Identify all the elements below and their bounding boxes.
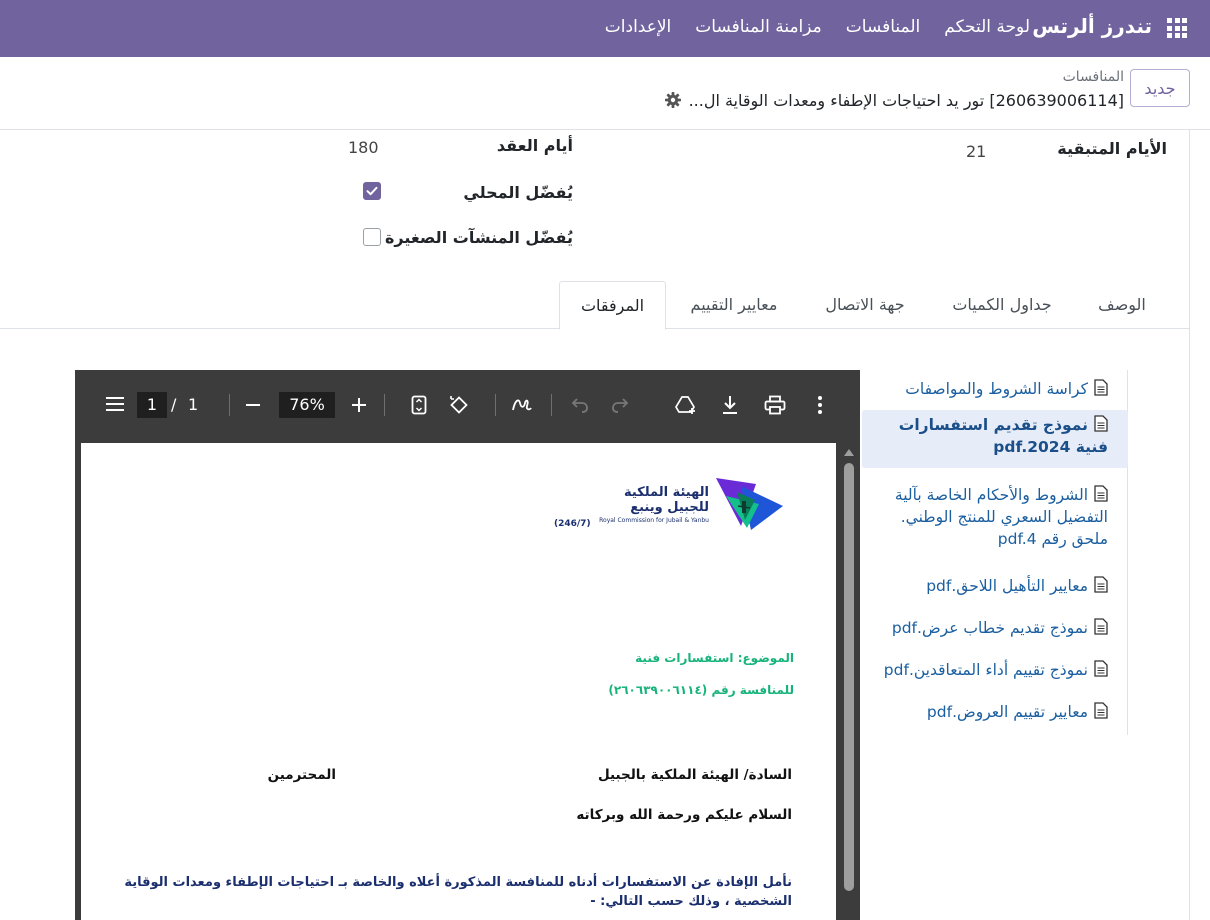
sme-pref-label: يُفضّل المنشآت الصغيرة bbox=[384, 228, 573, 247]
org-name-line2: للجبيل وينبع bbox=[630, 500, 709, 515]
rotate-icon[interactable] bbox=[449, 395, 469, 415]
document-icon bbox=[1094, 660, 1108, 677]
menu-item-sync-tenders[interactable]: مزامنة المنافسات bbox=[695, 17, 821, 37]
document-icon bbox=[1094, 379, 1108, 396]
page-separator: / bbox=[171, 395, 177, 414]
redo-icon[interactable] bbox=[611, 397, 629, 413]
breadcrumb-parent[interactable]: المنافسات bbox=[1063, 69, 1124, 85]
annotate-icon[interactable] bbox=[511, 396, 533, 414]
pdf-viewer: 1 / 1 76% الهيئة الملكية للجبيل وينبع Ro… bbox=[75, 370, 860, 920]
more-icon[interactable] bbox=[817, 395, 823, 415]
attachment-item[interactable]: الشروط والأحكام الخاصة بآلية التفضيل الس… bbox=[862, 480, 1128, 554]
pdf-tender-ref: للمنافسة رقم (٢٦٠٦٣٩٠٠٦١١٤) bbox=[608, 683, 794, 697]
scroll-up-icon[interactable] bbox=[844, 449, 854, 456]
attachment-item[interactable]: نموذج تقييم أداء المتعاقدين.pdf bbox=[862, 655, 1128, 685]
gear-icon[interactable] bbox=[663, 90, 683, 110]
zoom-in-icon[interactable] bbox=[351, 397, 367, 413]
attachment-item[interactable]: معايير تقييم العروض.pdf bbox=[862, 697, 1128, 727]
apps-grid-icon[interactable] bbox=[1167, 18, 1187, 38]
remaining-days-value: 21 bbox=[966, 142, 987, 161]
pdf-body-line2: الشخصية ، وذلك حسب التالي: - bbox=[590, 894, 792, 909]
zoom-level-input[interactable]: 76% bbox=[279, 392, 335, 418]
org-name-en: Royal Commission for Jubail & Yanbu bbox=[599, 517, 709, 524]
pdf-subject: الموضوع: استفسارات فنية bbox=[635, 651, 794, 665]
app-brand[interactable]: تندرز ألرتس bbox=[1032, 14, 1152, 38]
scrollbar-thumb[interactable] bbox=[844, 463, 854, 891]
document-icon bbox=[1094, 702, 1108, 719]
pdf-honorific: المحترمين bbox=[267, 767, 336, 783]
form-number: (246/7) bbox=[554, 519, 591, 529]
tab-attachments[interactable]: المرفقات bbox=[559, 281, 666, 330]
pdf-scrollbar[interactable] bbox=[841, 445, 855, 920]
org-name-line1: الهيئة الملكية bbox=[623, 485, 709, 500]
remaining-days-label: الأيام المتبقية bbox=[1057, 139, 1167, 158]
pdf-toolbar: 1 / 1 76% bbox=[75, 370, 860, 440]
local-pref-checkbox[interactable] bbox=[363, 182, 381, 200]
pdf-addressee: السادة/ الهيئة الملكية بالجبيل bbox=[597, 767, 792, 783]
attachment-item[interactable]: معايير التأهيل اللاحق.pdf bbox=[862, 571, 1128, 601]
menu-item-dashboard[interactable]: لوحة التحكم bbox=[944, 17, 1030, 37]
pdf-body-line1: نأمل الإفادة عن الاستفسارات أدناه للمناف… bbox=[124, 875, 792, 890]
tab-quantity-tables[interactable]: جداول الكميات bbox=[936, 281, 1068, 329]
top-navbar: تندرز ألرتس لوحة التحكم المنافسات مزامنة… bbox=[0, 0, 1210, 57]
menu-item-tenders[interactable]: المنافسات bbox=[846, 17, 921, 37]
pdf-greeting: السلام عليكم ورحمة الله وبركاته bbox=[576, 807, 792, 823]
menu-icon[interactable] bbox=[105, 396, 125, 412]
page-number-input[interactable]: 1 bbox=[137, 392, 167, 418]
page-total: 1 bbox=[188, 395, 199, 414]
tab-evaluation-criteria[interactable]: معايير التقييم bbox=[674, 281, 794, 329]
pdf-page: الهيئة الملكية للجبيل وينبع Royal Commis… bbox=[81, 443, 836, 920]
document-icon bbox=[1094, 576, 1108, 593]
sme-pref-checkbox[interactable] bbox=[363, 228, 381, 246]
attachment-item[interactable]: نموذج تقديم خطاب عرض.pdf bbox=[862, 613, 1128, 643]
check-icon bbox=[366, 186, 378, 196]
download-icon[interactable] bbox=[721, 395, 739, 415]
menu-item-settings[interactable]: الإعدادات bbox=[605, 17, 672, 37]
tab-description[interactable]: الوصف bbox=[1082, 281, 1162, 329]
zoom-out-icon[interactable] bbox=[245, 397, 261, 413]
contract-days-value: 180 bbox=[348, 138, 379, 157]
document-icon bbox=[1094, 618, 1108, 635]
notebook-tabs: الوصف جداول الكميات جهة الاتصال معايير ا… bbox=[0, 281, 1190, 330]
control-panel: جديد المنافسات [260639006114] تور يد احت… bbox=[0, 57, 1210, 130]
local-pref-label: يُفضّل المحلي bbox=[463, 183, 573, 202]
tab-contact[interactable]: جهة الاتصال bbox=[808, 281, 922, 329]
main-menu: لوحة التحكم المنافسات مزامنة المنافسات ا… bbox=[605, 17, 1030, 37]
attachment-item[interactable]: نموذج تقديم استفسارات فنية pdf.2024 bbox=[862, 410, 1128, 468]
fit-page-icon[interactable] bbox=[411, 395, 427, 415]
new-button[interactable]: جديد bbox=[1130, 69, 1190, 107]
document-icon bbox=[1094, 415, 1108, 432]
print-icon[interactable] bbox=[764, 395, 786, 415]
add-to-drive-icon[interactable] bbox=[675, 395, 697, 415]
royal-commission-logo bbox=[716, 478, 783, 530]
document-icon bbox=[1094, 485, 1108, 502]
undo-icon[interactable] bbox=[571, 397, 589, 413]
record-title: [260639006114] تور يد احتياجات الإطفاء و… bbox=[688, 91, 1124, 110]
contract-days-label: أيام العقد bbox=[496, 136, 573, 155]
attachment-item[interactable]: كراسة الشروط والمواصفات bbox=[862, 374, 1128, 404]
attachments-list: كراسة الشروط والمواصفات نموذج تقديم استف… bbox=[862, 370, 1128, 735]
